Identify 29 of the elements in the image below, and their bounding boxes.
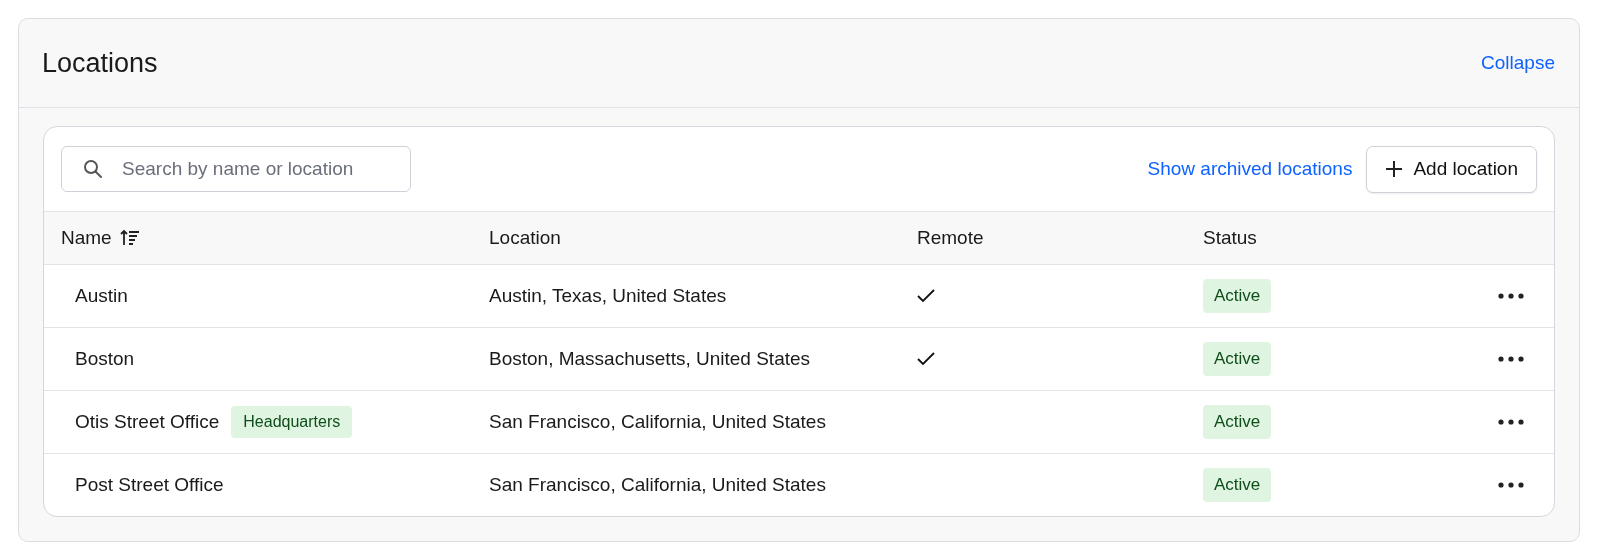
location-name: Boston [74, 348, 135, 370]
status-badge: Active [1203, 342, 1272, 376]
more-icon [1498, 356, 1524, 362]
more-icon [1498, 482, 1524, 488]
status-badge: Active [1203, 279, 1272, 313]
table-cell: San Francisco, California, United States [489, 411, 826, 433]
add-location-button[interactable]: Add location [1366, 145, 1537, 193]
table-cell: San Francisco, California, United States [489, 474, 826, 496]
more-icon [1498, 419, 1524, 425]
table-cell: Austin, Texas, United States [489, 285, 727, 307]
tag: Headquarters [231, 406, 353, 438]
show-archived-link[interactable]: Show archived locations [1147, 158, 1353, 180]
search-field[interactable]: Search by name or location [61, 146, 411, 192]
table-cell: Boston, Massachusetts, United States [489, 348, 811, 370]
column-header[interactable]: Name [61, 227, 112, 249]
location-name: Post Street Office [74, 474, 224, 496]
column-header: Location [489, 227, 561, 249]
location-name: Otis Street Office [74, 411, 220, 433]
status-badge: Active [1203, 468, 1272, 502]
location-name: Austin [74, 285, 128, 307]
more-icon [1498, 293, 1524, 299]
collapse-link[interactable]: Collapse [1481, 52, 1555, 74]
plus-icon [1385, 160, 1404, 178]
sort-icon[interactable] [119, 229, 140, 247]
column-header: Status [1203, 227, 1257, 249]
panel-title: Locations [42, 47, 158, 79]
column-header: Remote [917, 227, 984, 249]
search-icon [83, 159, 103, 179]
status-badge: Active [1203, 405, 1272, 439]
